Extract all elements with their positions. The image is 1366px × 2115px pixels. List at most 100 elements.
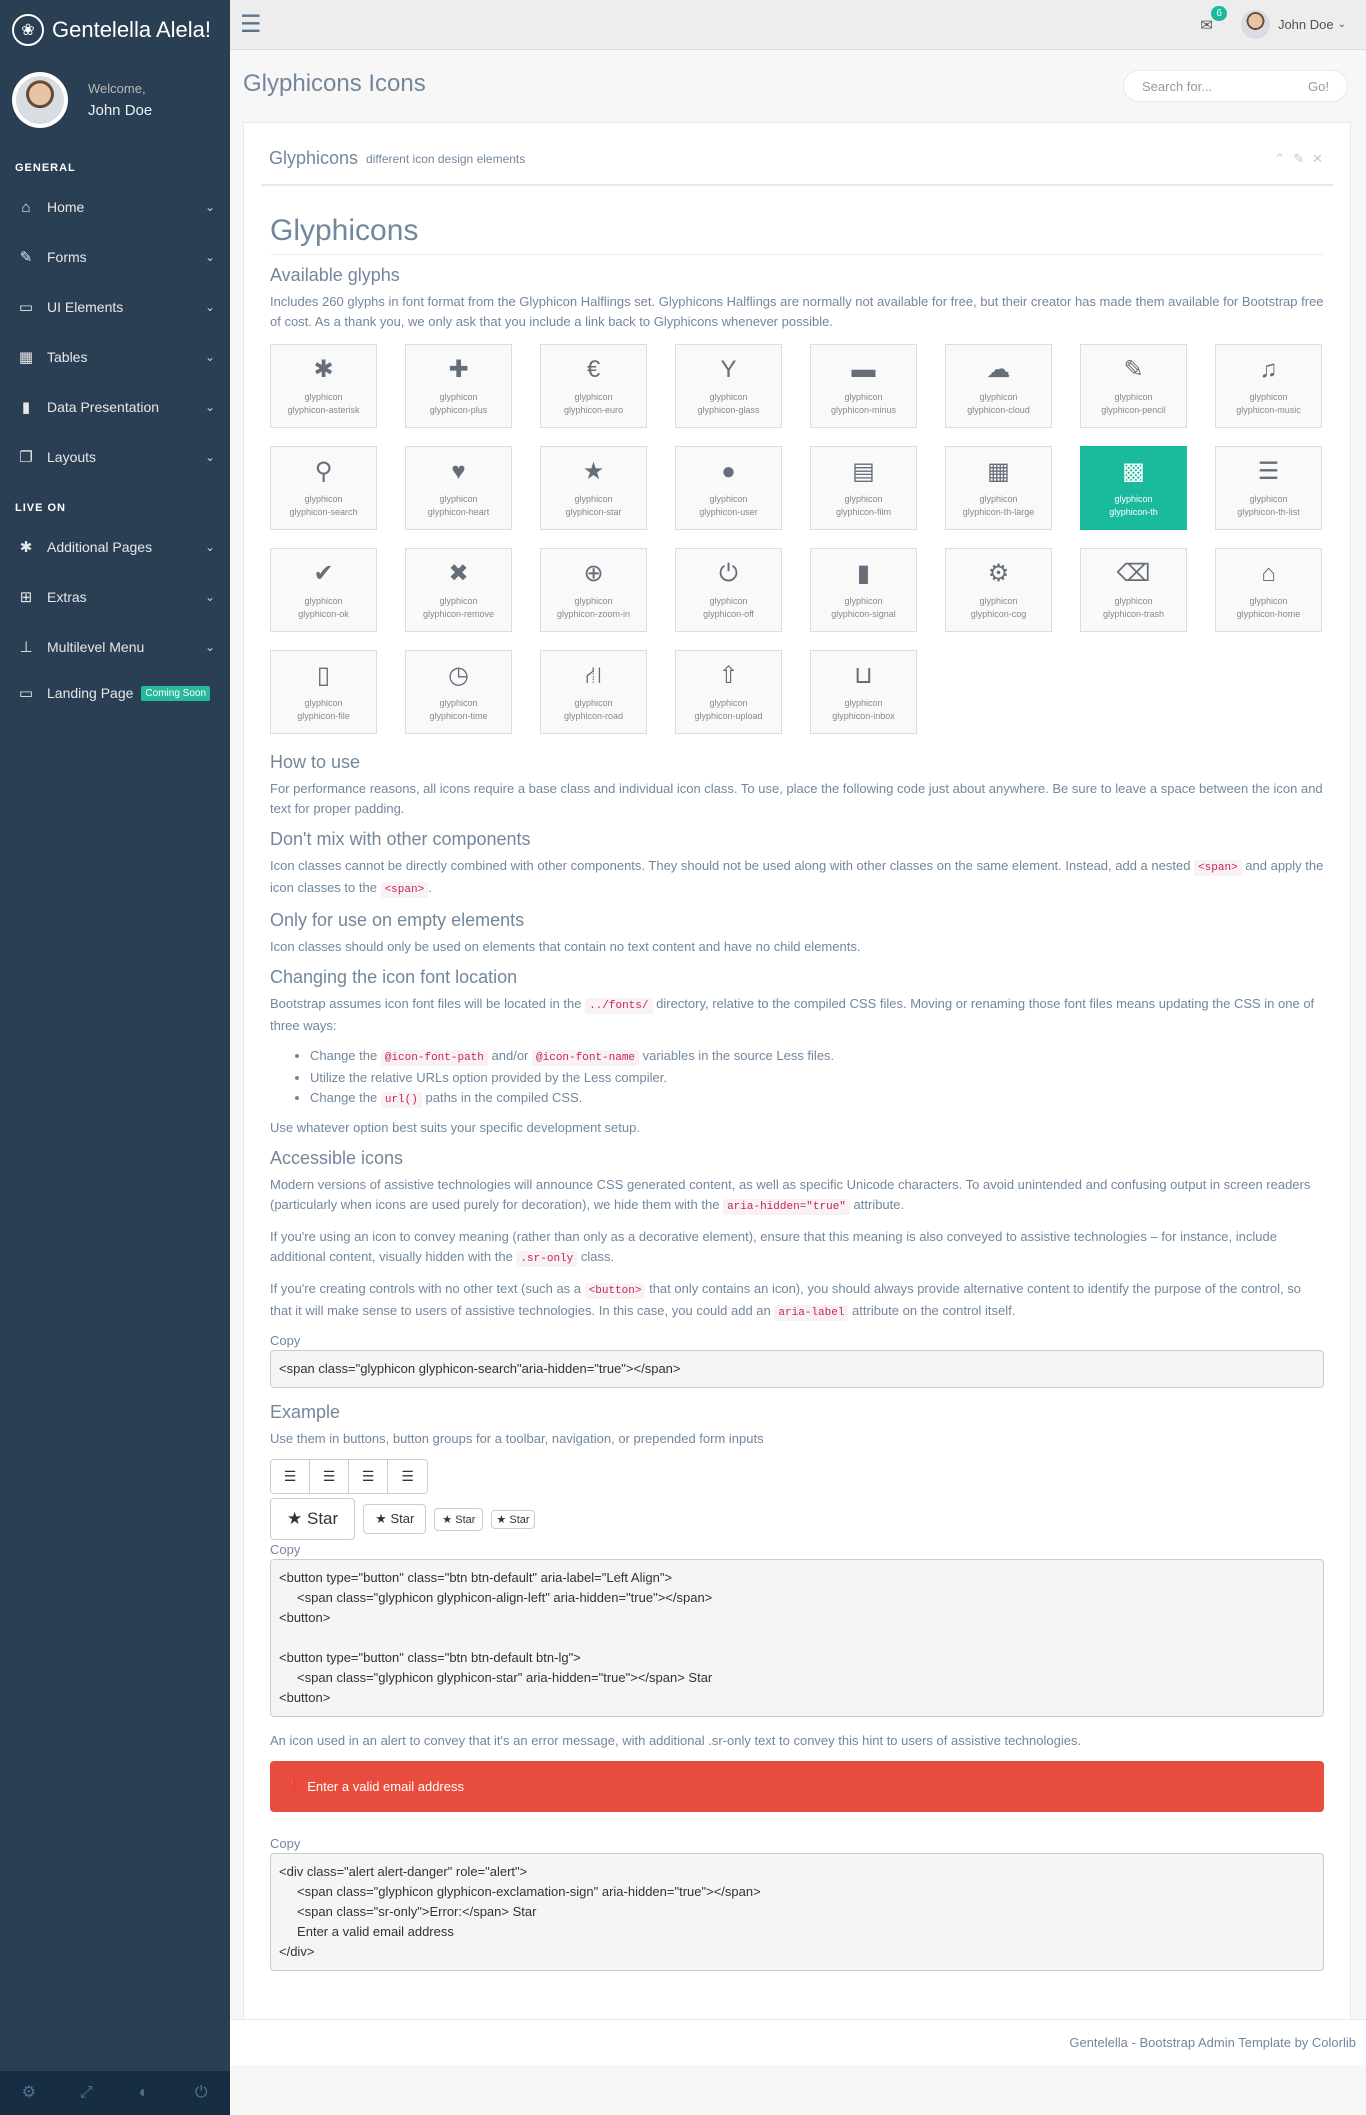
glyph-name: glyphicon glyphicon-film [835, 494, 892, 517]
sidebar-item-home[interactable]: ⌂ Home ⌄ [0, 182, 230, 232]
glyph-name: glyphicon glyphicon-file [297, 698, 350, 721]
glyph-tile[interactable]: ✚ glyphicon glyphicon-plus [405, 344, 512, 428]
laptop-icon: ▭ [18, 685, 34, 702]
glyph-tile[interactable]: ▦ glyphicon glyphicon-th-large [945, 446, 1052, 530]
heading-dont-mix: Don't mix with other components [270, 829, 531, 849]
glyph-tile[interactable]: ⇧ glyphicon glyphicon-upload [675, 650, 782, 734]
glyph-tile[interactable]: ▬ glyphicon glyphicon-minus [810, 344, 917, 428]
close-icon[interactable]: ✕ [1312, 151, 1331, 166]
star-button-xs[interactable]: ★ Star [491, 1509, 535, 1529]
windows-icon: ⊞ [19, 589, 33, 606]
fullscreen-icon[interactable]: ⤢ [58, 2071, 116, 2115]
align-left-button[interactable]: ☰ [271, 1460, 310, 1493]
glyph-name: glyphicon glyphicon-music [1236, 392, 1301, 415]
glyph-tile[interactable]: € glyphicon glyphicon-euro [540, 344, 647, 428]
glyph-name: glyphicon glyphicon-signal [831, 596, 896, 619]
glyph-grid: ✱ glyphicon glyphicon-asterisk ✚ glyphicon gl… [270, 344, 1324, 734]
menu-toggle-icon[interactable]: ☰ [240, 10, 262, 39]
copy-link[interactable]: Copy [270, 1542, 1324, 1557]
mail-button[interactable]: ✉ 6 [1200, 5, 1227, 34]
star-buttons: ★ Star ★ Star ★ Star ★ Star [270, 1498, 1324, 1540]
welcome-text: Welcome, [88, 81, 146, 96]
glyph-tile[interactable]: ☁ glyphicon glyphicon-cloud [945, 344, 1052, 428]
glyph-tile[interactable]: ⚲ glyphicon glyphicon-search [270, 446, 377, 530]
glyph-tile[interactable]: ✖ glyphicon glyphicon-remove [405, 548, 512, 632]
lock-icon[interactable]: ◐ [115, 2071, 173, 2115]
chevron-down-icon: ⌄ [204, 590, 215, 604]
heading-empty-elements: Only for use on empty elements [270, 910, 525, 930]
profile-name: John Doe [88, 102, 153, 119]
star-button-default[interactable]: ★ Star [363, 1504, 427, 1534]
glyph-tile[interactable]: ● glyphicon glyphicon-user [675, 446, 782, 530]
home-icon: ⌂ [1261, 560, 1276, 587]
star-button-sm[interactable]: ★ Star [434, 1507, 484, 1531]
star-icon: ★ [582, 458, 605, 485]
sidebar-item-data-presentation[interactable]: ▮ Data Presentation ⌄ [0, 382, 230, 432]
glyph-tile[interactable]: ▤ glyphicon glyphicon-film [810, 446, 917, 530]
glyph-tile[interactable]: ⛙ glyphicon glyphicon-road [540, 650, 647, 734]
sidebar-item-landing-page[interactable]: ▭ Landing Page Coming Soon [0, 672, 230, 714]
glyph-tile[interactable]: ▩ glyphicon glyphicon-th [1080, 446, 1187, 530]
bar-chart-icon: ▮ [21, 399, 31, 416]
user-menu[interactable]: John Doe ⌄ [1240, 10, 1346, 39]
sidebar-item-additional-pages[interactable]: ✱ Additional Pages ⌄ [0, 522, 230, 572]
align-right-button[interactable]: ☰ [349, 1460, 388, 1493]
page-footer: Gentelella - Bootstrap Admin Template by… [230, 2019, 1366, 2065]
glyph-tile[interactable]: Yglyphicon glyphicon-glass [675, 344, 782, 428]
glyph-name: glyphicon glyphicon-search [289, 494, 358, 517]
access-text-3: If you're creating controls with no othe… [270, 1281, 1301, 1321]
star-icon: ★ [496, 1513, 507, 1526]
glyph-tile[interactable]: ✔ glyphicon glyphicon-ok [270, 548, 377, 632]
panel-title: Glyphicons [269, 148, 359, 168]
glyph-tile[interactable]: ✎ glyphicon glyphicon-pencil [1080, 344, 1187, 428]
glyph-tile[interactable]: ▮ glyphicon glyphicon-signal [810, 548, 917, 632]
align-justify-button[interactable]: ☰ [388, 1460, 427, 1493]
profile: Welcome, John Doe [0, 60, 230, 148]
glyph-tile[interactable]: ◷ glyphicon glyphicon-time [405, 650, 512, 734]
wrench-icon[interactable]: ✎ [1293, 151, 1312, 166]
glyph-tile[interactable]: ⏻ glyphicon glyphicon-off [675, 548, 782, 632]
sidebar-item-label: Layouts [47, 449, 97, 465]
sidebar-item-tables[interactable]: ▦ Tables ⌄ [0, 332, 230, 382]
sidebar-item-ui-elements[interactable]: ▭ UI Elements ⌄ [0, 282, 230, 332]
glyph-tile[interactable]: ⊔ glyphicon glyphicon-inbox [810, 650, 917, 734]
copy-link[interactable]: Copy [270, 1333, 1324, 1348]
cog-icon: ⚙ [987, 560, 1010, 587]
sidebar-item-forms[interactable]: ✎ Forms ⌄ [0, 232, 230, 282]
glyph-tile[interactable]: ▯ glyphicon glyphicon-file [270, 650, 377, 734]
glyph-name: glyphicon glyphicon-home [1236, 596, 1301, 619]
glyph-tile[interactable]: ♫ glyphicon glyphicon-music [1215, 344, 1322, 428]
glyph-tile[interactable]: ⚙ glyphicon glyphicon-cog [945, 548, 1052, 632]
sidebar-item-layouts[interactable]: ❐ Layouts ⌄ [0, 432, 230, 482]
glyph-tile[interactable]: ★ glyphicon glyphicon-star [540, 446, 647, 530]
search-go-button[interactable]: Go! [1308, 79, 1329, 94]
heading-example: Example [270, 1402, 341, 1422]
glyph-tile[interactable]: ☰ glyphicon glyphicon-th-list [1215, 446, 1322, 530]
copy-link[interactable]: Copy [270, 1836, 1324, 1851]
search-box[interactable]: Search for... Go! [1123, 70, 1348, 102]
glyph-tile[interactable]: ✱ glyphicon glyphicon-asterisk [270, 344, 377, 428]
search-input[interactable]: Search for... [1142, 79, 1212, 94]
collapse-icon[interactable]: ⌃ [1274, 151, 1293, 166]
sidebar-item-extras[interactable]: ⊞ Extras ⌄ [0, 572, 230, 622]
table-icon: ▦ [18, 349, 34, 366]
sidebar-item-label: Extras [47, 589, 87, 605]
brand-title: Gentelella Alela! [52, 17, 211, 42]
main-content: Glyphicons Icons Search for... Go! Glyph… [230, 50, 1366, 2065]
star-icon: ★ [442, 1513, 453, 1526]
brand[interactable]: ❀ Gentelella Alela! [0, 0, 230, 60]
logout-icon[interactable]: ⏻ [173, 2071, 231, 2115]
glyph-tile[interactable]: ⌂ glyphicon glyphicon-home [1215, 548, 1322, 632]
star-button-lg[interactable]: ★ Star [270, 1498, 356, 1540]
settings-icon[interactable]: ⚙ [0, 2071, 58, 2115]
glyph-name: glyphicon glyphicon-minus [830, 392, 897, 415]
glyph-tile[interactable]: ⌫ glyphicon glyphicon-trash [1080, 548, 1187, 632]
glyph-tile[interactable]: ♥ glyphicon glyphicon-heart [405, 446, 512, 530]
align-center-button[interactable]: ☰ [310, 1460, 349, 1493]
sidebar-item-multilevel-menu[interactable]: ⊥ Multilevel Menu ⌄ [0, 622, 230, 672]
glyph-name: glyphicon glyphicon-cloud [967, 392, 1030, 415]
file-icon: ▯ [316, 662, 331, 689]
code-block-search: <span class="glyphicon glyphicon-search"… [270, 1350, 1324, 1388]
glyph-tile[interactable]: ⊕ glyphicon glyphicon-zoom-in [540, 548, 647, 632]
access-text-1: Modern versions of assistive technologie… [270, 1177, 1311, 1215]
